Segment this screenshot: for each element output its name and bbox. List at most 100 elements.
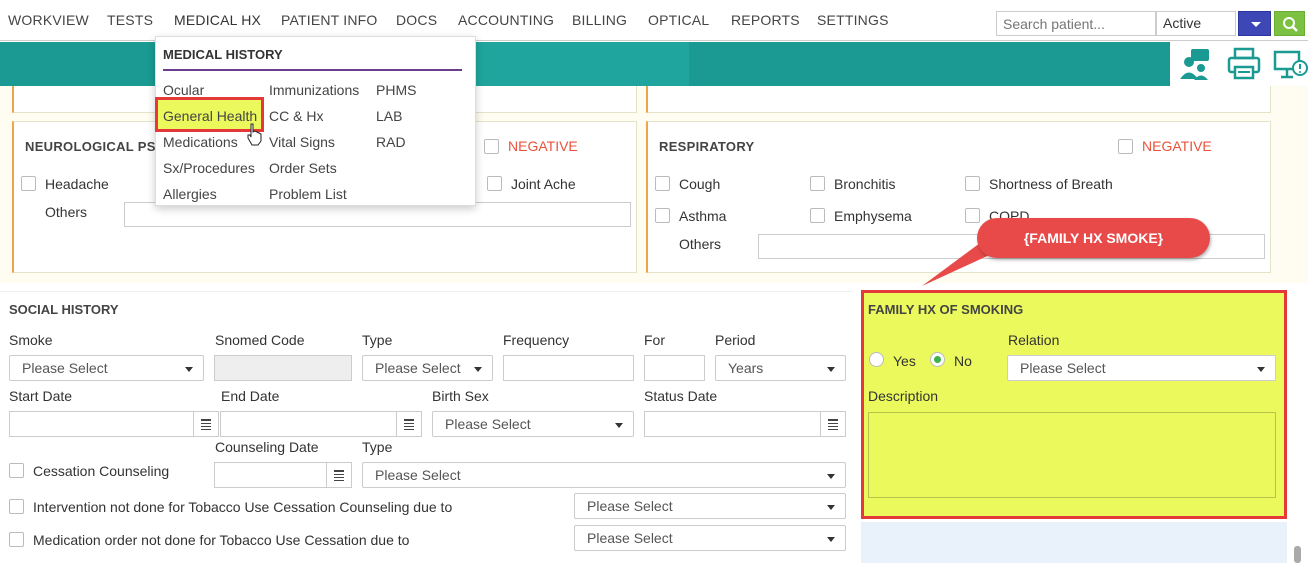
- smoke-label: Smoke: [9, 332, 53, 348]
- menu-item-problem-list[interactable]: Problem List: [269, 186, 347, 202]
- end-date-input[interactable]: [220, 411, 422, 437]
- nav-workview[interactable]: WORKVIEW: [8, 12, 89, 28]
- period-select[interactable]: Years: [715, 355, 846, 381]
- headache-label: Headache: [45, 176, 109, 192]
- calendar-icon[interactable]: [396, 411, 421, 437]
- asthma-checkbox[interactable]: [655, 208, 670, 223]
- cough-label: Cough: [679, 176, 721, 192]
- nav-accounting[interactable]: ACCOUNTING: [458, 12, 554, 28]
- nav-reports[interactable]: REPORTS: [731, 12, 800, 28]
- calendar-icon[interactable]: [193, 411, 218, 437]
- end-date-label: End Date: [221, 388, 280, 404]
- description-label: Description: [868, 388, 939, 404]
- shortness-of-breath-checkbox[interactable]: [965, 176, 980, 191]
- search-icon: [1283, 17, 1298, 32]
- menu-item-sx-procedures[interactable]: Sx/Procedures: [163, 160, 255, 176]
- intervention-checkbox[interactable]: [9, 499, 24, 514]
- frequency-input[interactable]: [503, 355, 634, 381]
- bronchitis-checkbox[interactable]: [810, 176, 825, 191]
- type2-label: Type: [362, 439, 393, 455]
- intervention-label: Intervention not done for Tobacco Use Ce…: [33, 499, 453, 515]
- birth-sex-label: Birth Sex: [432, 388, 489, 404]
- calendar-icon[interactable]: [326, 462, 351, 488]
- counseling-date-label: Counseling Date: [215, 439, 319, 455]
- search-button[interactable]: [1274, 11, 1305, 36]
- respiratory-title: RESPIRATORY: [659, 139, 755, 154]
- headache-checkbox[interactable]: [21, 176, 36, 191]
- calendar-icon[interactable]: [820, 411, 845, 437]
- menu-item-phms[interactable]: PHMS: [376, 82, 416, 98]
- nav-billing[interactable]: BILLING: [572, 12, 627, 28]
- status-date-input[interactable]: [644, 411, 846, 437]
- birth-sex-select[interactable]: Please Select: [432, 411, 634, 437]
- resp-negative-checkbox[interactable]: [1118, 139, 1133, 154]
- neuro-negative-checkbox[interactable]: [484, 139, 499, 154]
- nav-docs[interactable]: DOCS: [396, 12, 437, 28]
- medication-reason-select[interactable]: Please Select: [574, 525, 846, 551]
- emphysema-checkbox[interactable]: [810, 208, 825, 223]
- resp-others-label: Others: [679, 236, 722, 252]
- counseling-type-select[interactable]: Please Select: [362, 462, 846, 488]
- nav-optical[interactable]: OPTICAL: [648, 12, 709, 28]
- type-select[interactable]: Please Select: [362, 355, 493, 381]
- relation-select[interactable]: Please Select: [1007, 355, 1276, 381]
- bronchitis-label: Bronchitis: [834, 176, 896, 192]
- menu-item-cc-hx[interactable]: CC & Hx: [269, 108, 323, 124]
- medication-order-label: Medication order not done for Tobacco Us…: [33, 532, 410, 548]
- menu-item-lab[interactable]: LAB: [376, 108, 402, 124]
- social-history-title: SOCIAL HISTORY: [9, 302, 119, 317]
- family-yes-radio[interactable]: [869, 352, 884, 367]
- smoke-select[interactable]: Please Select: [9, 355, 204, 381]
- intervention-reason-select[interactable]: Please Select: [574, 493, 846, 519]
- asthma-label: Asthma: [679, 208, 727, 224]
- status-select[interactable]: Active: [1156, 11, 1236, 36]
- shortness-of-breath-label: Shortness of Breath: [989, 176, 1113, 192]
- status-dropdown-button[interactable]: [1238, 11, 1271, 36]
- top-nav: WORKVIEW TESTS MEDICAL HX PATIENT INFO D…: [0, 0, 1308, 41]
- period-label: Period: [715, 332, 756, 348]
- printer-icon[interactable]: [1226, 46, 1262, 82]
- for-input[interactable]: [644, 355, 705, 381]
- menu-item-general-health[interactable]: General Health: [163, 108, 257, 124]
- menu-item-immunizations[interactable]: Immunizations: [269, 82, 359, 98]
- frequency-label: Frequency: [503, 332, 570, 348]
- counseling-date-input[interactable]: [214, 462, 352, 488]
- scrollbar-thumb[interactable]: [1294, 546, 1301, 563]
- monitor-alert-icon[interactable]: [1272, 46, 1308, 82]
- joint-ache-label: Joint Ache: [511, 176, 576, 192]
- family-hx-title: FAMILY HX OF SMOKING: [868, 302, 1024, 317]
- start-date-input[interactable]: [9, 411, 219, 437]
- family-no-radio[interactable]: [930, 352, 945, 367]
- menu-item-ocular[interactable]: Ocular: [163, 82, 204, 98]
- family-yes-label: Yes: [893, 353, 916, 369]
- relation-label: Relation: [1008, 332, 1060, 348]
- nav-medical-hx[interactable]: MEDICAL HX: [174, 12, 261, 28]
- type-label: Type: [362, 332, 393, 348]
- nav-patient-info[interactable]: PATIENT INFO: [281, 12, 378, 28]
- menu-item-vital-signs[interactable]: Vital Signs: [269, 134, 335, 150]
- menu-item-rad[interactable]: RAD: [376, 134, 406, 150]
- cough-checkbox[interactable]: [655, 176, 670, 191]
- cessation-counseling-checkbox[interactable]: [9, 463, 24, 478]
- neuro-others-label: Others: [45, 204, 88, 220]
- menu-item-allergies[interactable]: Allergies: [163, 186, 217, 202]
- copd-checkbox[interactable]: [965, 208, 980, 223]
- search-patient-input[interactable]: [996, 11, 1156, 36]
- nav-tests[interactable]: TESTS: [107, 12, 153, 28]
- menu-item-medications[interactable]: Medications: [163, 134, 238, 150]
- neurological-title: NEUROLOGICAL PSY: [25, 139, 165, 154]
- for-label: For: [644, 332, 665, 348]
- description-textarea[interactable]: [868, 412, 1276, 498]
- top-panel-right: [646, 86, 1271, 113]
- joint-ache-checkbox[interactable]: [487, 176, 502, 191]
- status-date-label: Status Date: [644, 388, 718, 404]
- cessation-counseling-label: Cessation Counseling: [33, 463, 170, 479]
- emphysema-label: Emphysema: [834, 208, 912, 224]
- menu-item-order-sets[interactable]: Order Sets: [269, 160, 337, 176]
- medication-order-checkbox[interactable]: [9, 532, 24, 547]
- neuro-negative-label: NEGATIVE: [508, 138, 578, 154]
- chat-users-icon[interactable]: [1177, 46, 1213, 82]
- resp-negative-label: NEGATIVE: [1142, 138, 1212, 154]
- family-hx-smoke-callout: {FAMILY HX SMOKE}: [977, 218, 1210, 258]
- nav-settings[interactable]: SETTINGS: [817, 12, 889, 28]
